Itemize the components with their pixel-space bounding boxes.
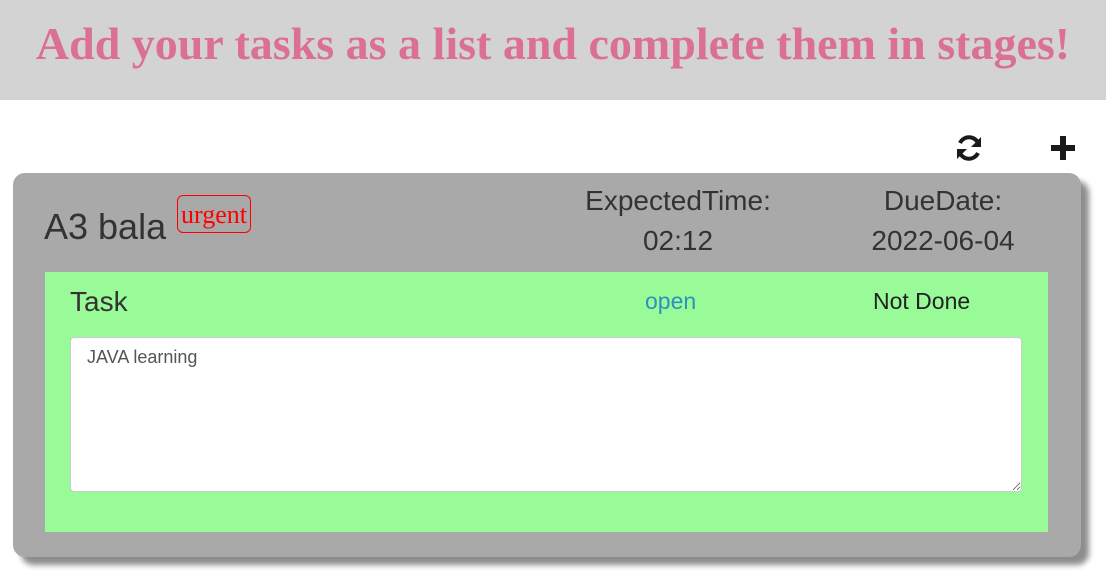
page-banner: Add your tasks as a list and complete th… <box>0 0 1106 100</box>
expected-time-value: 02:12 <box>642 225 714 256</box>
expected-time: ExpectedTime: 02:12 <box>578 181 778 261</box>
refresh-icon <box>957 135 981 161</box>
expected-time-label: ExpectedTime: <box>585 185 771 216</box>
task-label: Task <box>70 286 128 317</box>
due-date-value: 2022-06-04 <box>871 225 1015 256</box>
due-date: DueDate: 2022-06-04 <box>843 181 1043 261</box>
priority-badge: urgent <box>177 195 251 233</box>
task-description-textarea[interactable]: JAVA learning <box>70 337 1022 492</box>
add-task-button[interactable] <box>1043 128 1083 168</box>
task-status-link[interactable]: open <box>645 286 696 316</box>
page-title: Add your tasks as a list and complete th… <box>35 18 1071 69</box>
task-completion-status: Not Done <box>873 288 971 314</box>
plus-icon <box>1051 136 1075 160</box>
due-date-label: DueDate: <box>883 185 1003 216</box>
refresh-button[interactable] <box>949 128 989 168</box>
task-item: Task open Not Done JAVA learning <box>45 272 1048 532</box>
task-list-card: A3 bala urgent ExpectedTime: 02:12 DueDa… <box>13 173 1081 557</box>
list-name: A3 bala <box>44 206 167 247</box>
